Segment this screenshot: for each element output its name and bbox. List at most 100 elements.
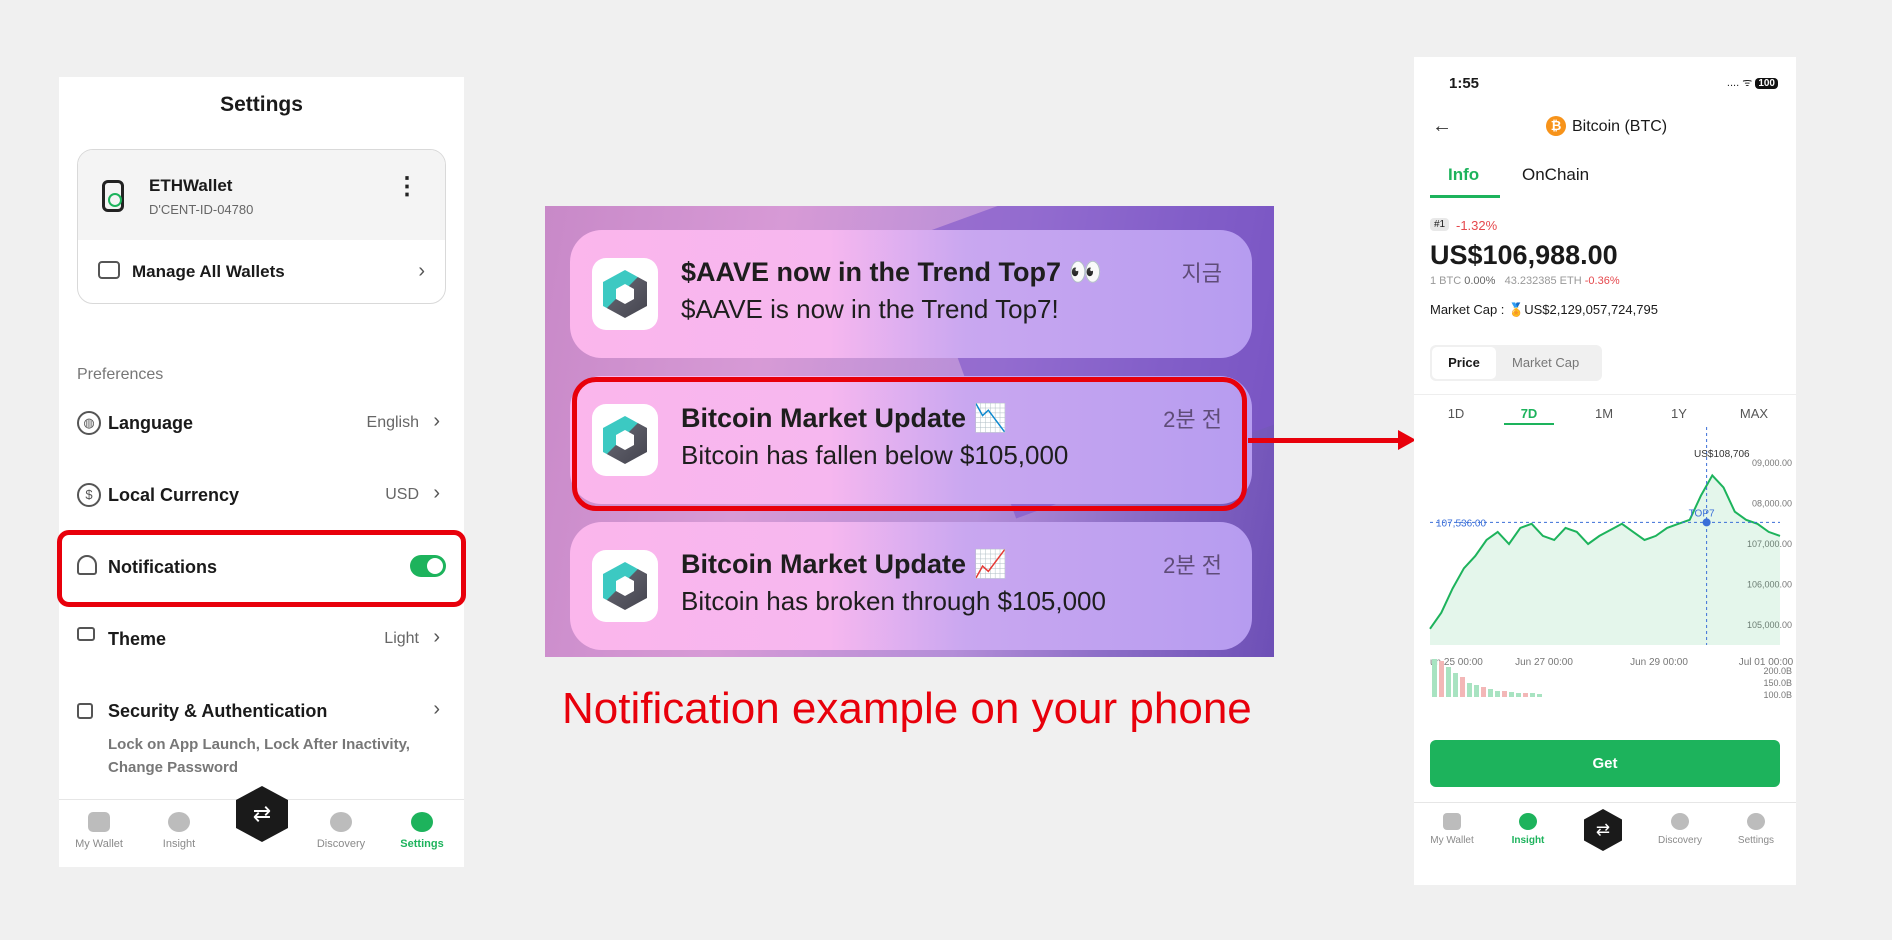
volume-bar: [1460, 677, 1465, 697]
caption: Notification example on your phone: [562, 684, 1252, 733]
dcent-app-icon: [592, 258, 658, 330]
volume-tick-label: 100.0B: [1763, 690, 1792, 700]
tab-label: My Wallet: [1430, 835, 1474, 846]
volume-bar: [1530, 693, 1535, 697]
manage-all-wallets-label: Manage All Wallets: [132, 262, 285, 281]
tab-label: Discovery: [1658, 835, 1702, 846]
tab-my-wallet[interactable]: My Wallet: [1422, 813, 1482, 846]
range-1d[interactable]: 1D: [1436, 406, 1476, 421]
market-cap: Market Cap : 🏅US$2,129,057,724,795: [1430, 302, 1658, 317]
y-tick-label: 09,000.00: [1752, 458, 1792, 468]
settings-screen: Settings ETHWallet D'CENT-ID-04780 ⋮ Man…: [59, 77, 464, 867]
volume-bar: [1509, 692, 1514, 697]
gear-icon: [1747, 813, 1765, 830]
range-7d[interactable]: 7D: [1509, 406, 1549, 421]
tab-onchain[interactable]: OnChain: [1522, 165, 1589, 185]
volume-bar: [1523, 693, 1528, 697]
tab-settings[interactable]: Settings: [382, 812, 462, 850]
notification-body: $AAVE is now in the Trend Top7!: [681, 294, 1059, 324]
bottom-tab-bar: My Wallet Insight ⇄ Discovery Settings: [1414, 802, 1796, 885]
manage-all-wallets-row[interactable]: Manage All Wallets ›: [78, 240, 445, 303]
gear-icon: [411, 812, 433, 832]
globe-icon: ◍: [77, 411, 101, 435]
price-chart[interactable]: 105,000.00106,000.00107,000.0008,000.000…: [1414, 427, 1796, 737]
chevron-right-icon: ›: [433, 410, 440, 432]
notification-time: 2분 전: [1163, 553, 1222, 578]
preferences-heading: Preferences: [77, 366, 164, 383]
security-description: Lock on App Launch, Lock After Inactivit…: [108, 736, 410, 776]
volume-bar: [1439, 661, 1444, 697]
compass-icon: [1671, 813, 1689, 830]
eth-ratio: 43.232385 ETH: [1504, 275, 1582, 287]
range-underline: [1504, 423, 1554, 425]
wallet-header[interactable]: ETHWallet D'CENT-ID-04780 ⋮: [78, 150, 445, 240]
volume-bar: [1502, 691, 1507, 697]
notifications-highlight: [57, 530, 466, 607]
coin-name: Bitcoin (BTC): [1572, 118, 1668, 135]
lock-icon: [77, 703, 93, 719]
wallet-card[interactable]: ETHWallet D'CENT-ID-04780 ⋮ Manage All W…: [77, 149, 446, 304]
volume-bar: [1453, 673, 1458, 697]
settings-row-currency[interactable]: $ Local Currency USD ›: [77, 475, 446, 515]
eth-change: -0.36%: [1584, 275, 1620, 287]
tab-info[interactable]: Info: [1448, 165, 1479, 185]
insight-icon: [1519, 813, 1537, 830]
range-1m[interactable]: 1M: [1584, 406, 1624, 421]
back-arrow-icon[interactable]: ←: [1432, 115, 1452, 138]
x-tick-label: un 25 00:00: [1430, 657, 1483, 668]
dcent-app-icon: [592, 550, 658, 622]
range-1y[interactable]: 1Y: [1659, 406, 1699, 421]
notification-title: $AAVE now in the Trend Top7 👀: [681, 257, 1103, 287]
bottom-tab-bar: My Wallet Insight ⇄ Discovery Settings: [59, 786, 464, 867]
wallet-id: D'CENT-ID-04780: [149, 202, 254, 217]
currency-label: Local Currency: [108, 485, 240, 505]
notification-card: Bitcoin Market Update 📈 Bitcoin has brok…: [570, 522, 1252, 650]
theme-label: Theme: [108, 629, 167, 649]
chevron-right-icon: ›: [433, 482, 440, 504]
settings-row-security[interactable]: Security & Authentication ›: [77, 691, 446, 731]
language-value: English: [366, 414, 419, 431]
tab-my-wallet[interactable]: My Wallet: [59, 812, 139, 850]
tab-discovery[interactable]: Discovery: [301, 812, 381, 850]
bitcoin-icon: ₿: [1546, 116, 1566, 136]
segment-market-cap[interactable]: Market Cap: [1512, 347, 1579, 379]
tab-label: My Wallet: [75, 838, 123, 850]
tab-discovery[interactable]: Discovery: [1650, 813, 1710, 846]
globe-icon: [330, 812, 352, 832]
language-label: Language: [108, 413, 194, 433]
segment-price[interactable]: Price: [1432, 347, 1496, 379]
tab-settings[interactable]: Settings: [1726, 813, 1786, 846]
chevron-right-icon: ›: [433, 626, 440, 648]
status-icons: .... ᯤ 100: [1727, 75, 1778, 90]
volume-bar: [1474, 685, 1479, 697]
tab-underline: [1430, 195, 1500, 198]
settings-row-theme[interactable]: Theme Light ›: [77, 619, 446, 659]
tab-label: Discovery: [316, 838, 366, 850]
price: US$106,988.00: [1430, 240, 1618, 270]
range-max[interactable]: MAX: [1734, 406, 1774, 421]
rank-badge: #1: [1430, 218, 1450, 231]
chevron-right-icon: ›: [418, 260, 425, 282]
chart-type-segment: Price Market Cap: [1430, 345, 1602, 381]
tab-insight[interactable]: Insight: [139, 812, 219, 850]
tab-label: Settings: [1737, 835, 1775, 846]
get-button[interactable]: Get: [1430, 740, 1780, 787]
price-change: -1.32%: [1456, 218, 1498, 233]
settings-row-language[interactable]: ◍ Language English ›: [77, 403, 446, 443]
tab-label: Insight: [1511, 835, 1545, 846]
volume-bar: [1537, 694, 1542, 697]
price-area: [1430, 475, 1780, 645]
tab-label: Insight: [162, 838, 196, 850]
swap-button[interactable]: ⇄: [1584, 809, 1622, 851]
more-options-icon[interactable]: ⋮: [395, 172, 419, 201]
notification-title: Bitcoin Market Update 📈: [681, 549, 1008, 579]
swap-button[interactable]: ⇄: [236, 786, 288, 842]
theme-value: Light: [384, 630, 419, 647]
signal-wifi-icon: .... ᯤ: [1726, 77, 1753, 89]
currency-value: USD: [385, 486, 419, 503]
battery-icon: 100: [1755, 78, 1778, 89]
tab-insight[interactable]: Insight: [1498, 813, 1558, 846]
btc-change: 0.00%: [1464, 275, 1496, 287]
current-price-label: 107,536.00: [1436, 518, 1486, 529]
volume-bar: [1488, 689, 1493, 697]
